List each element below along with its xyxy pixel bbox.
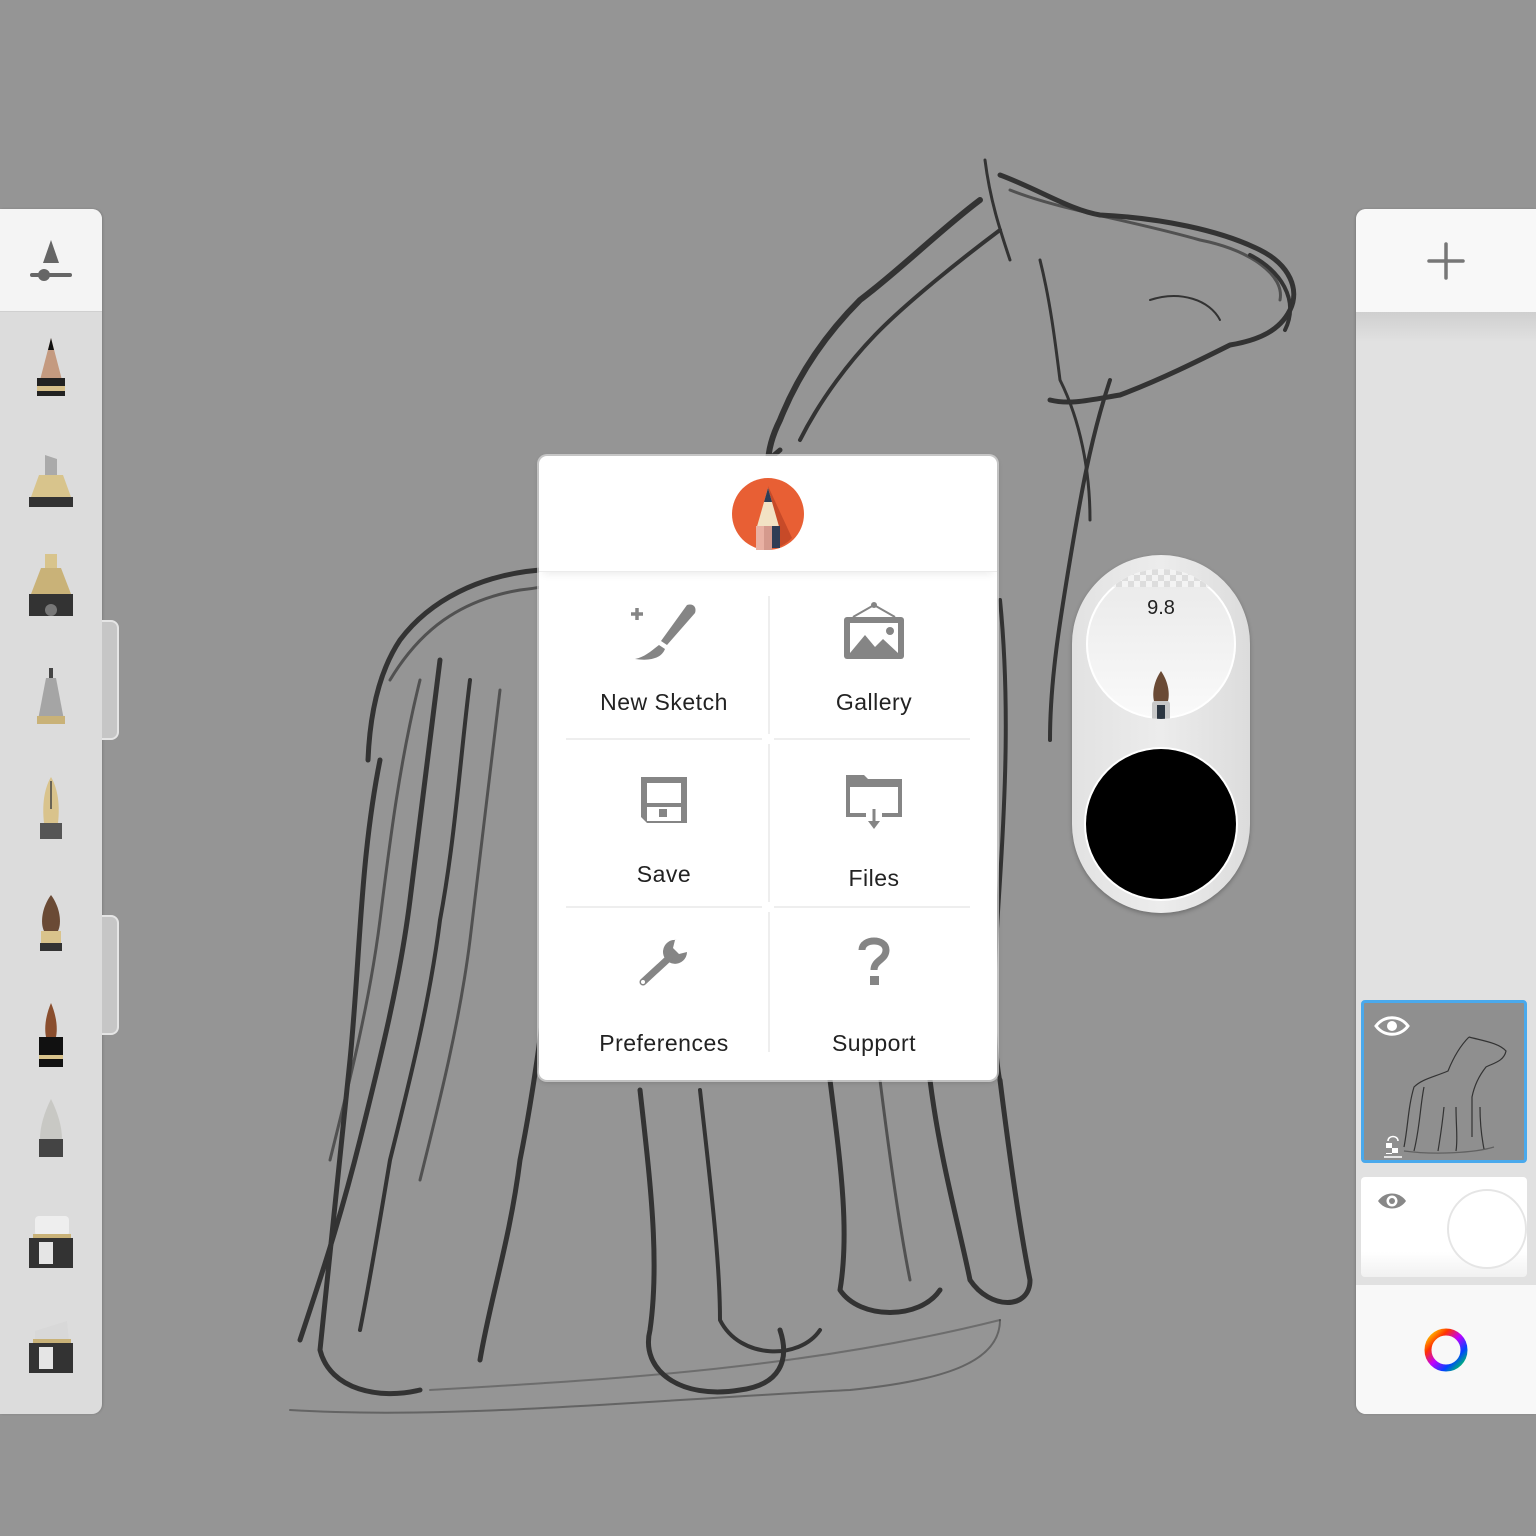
soft-eraser-icon [29, 1321, 73, 1373]
background-layer-thumbnail[interactable] [1361, 1177, 1527, 1277]
opacity-indicator [1086, 569, 1236, 587]
sketchbook-logo[interactable] [732, 477, 804, 550]
layers-panel [1356, 209, 1536, 1414]
add-layer-button[interactable] [1356, 209, 1536, 312]
files-icon [846, 775, 902, 829]
color-wheel-icon [1424, 1328, 1468, 1371]
menu-item-label: Gallery [835, 689, 913, 715]
hard-eraser-brush[interactable] [0, 1198, 102, 1288]
divider [566, 906, 762, 908]
menu-item-save[interactable]: Save [566, 773, 762, 888]
gallery-icon [844, 602, 904, 659]
ink-brush-icon [39, 1003, 63, 1067]
brush-size-opacity-icon [30, 240, 72, 281]
soft-eraser-brush[interactable] [0, 1303, 102, 1393]
main-menu-popup: New Sketch Gallery Save Files Preference… [539, 456, 997, 1080]
pencil-brush-icon [37, 338, 65, 396]
divider [768, 596, 770, 734]
wrench-icon [639, 939, 687, 986]
divider [768, 912, 770, 1052]
menu-item-new-sketch[interactable]: New Sketch [566, 601, 762, 716]
layers-scroll-fade [1356, 312, 1536, 342]
menu-item-label: Files [848, 865, 900, 891]
ballpoint-pen-icon [37, 668, 65, 724]
menu-item-files[interactable]: Files [776, 773, 972, 892]
menu-item-label: Support [831, 1030, 917, 1056]
divider [768, 744, 770, 902]
color-editor-button[interactable] [1356, 1285, 1536, 1414]
fountain-pen-brush[interactable] [0, 764, 102, 854]
brush-toolbar [0, 209, 102, 1414]
divider [774, 906, 970, 908]
toolbar-drag-handle-lower[interactable] [102, 915, 119, 1035]
ballpoint-pen-brush[interactable] [0, 654, 102, 744]
smudge-icon [39, 1099, 63, 1157]
menu-item-preferences[interactable]: Preferences [566, 936, 762, 1057]
pencil-brush[interactable] [0, 324, 102, 414]
current-color-swatch[interactable] [1086, 749, 1236, 899]
save-icon [641, 777, 687, 823]
airbrush-brush[interactable] [0, 540, 102, 630]
layer-preview-horse [1403, 1036, 1507, 1154]
layer-lock-icon[interactable] [1382, 1133, 1404, 1159]
paint-brush-brush[interactable] [0, 879, 102, 969]
brush-properties-button[interactable] [0, 209, 102, 312]
layer-thumbnail-selected[interactable] [1361, 1000, 1527, 1163]
background-color-swatch[interactable] [1447, 1189, 1527, 1269]
ink-brush-brush[interactable] [0, 991, 102, 1081]
menu-item-support[interactable]: Support [776, 936, 972, 1057]
plus-icon [1427, 241, 1465, 280]
chisel-marker-icon [29, 455, 73, 507]
menu-item-label: Save [636, 861, 692, 887]
current-brush-icon [1152, 671, 1170, 719]
new-sketch-icon [631, 604, 696, 660]
brush-color-puck[interactable]: 9.8 [1072, 555, 1250, 913]
fountain-pen-icon [40, 777, 62, 839]
airbrush-icon [29, 554, 73, 616]
menu-item-label: New Sketch [600, 689, 728, 715]
question-icon [858, 937, 890, 985]
eye-icon[interactable] [1376, 1189, 1408, 1213]
chisel-marker-brush[interactable] [0, 437, 102, 527]
menu-item-gallery[interactable]: Gallery [776, 601, 972, 716]
hard-eraser-icon [29, 1216, 73, 1268]
menu-item-label: Preferences [599, 1030, 729, 1056]
brush-size-value: 9.8 [1147, 597, 1175, 619]
divider [566, 738, 762, 740]
brush-size-control[interactable]: 9.8 [1086, 569, 1236, 719]
divider [774, 738, 970, 740]
smudge-brush[interactable] [0, 1084, 102, 1174]
paint-brush-icon [40, 895, 62, 951]
toolbar-drag-handle-upper[interactable] [102, 620, 119, 740]
